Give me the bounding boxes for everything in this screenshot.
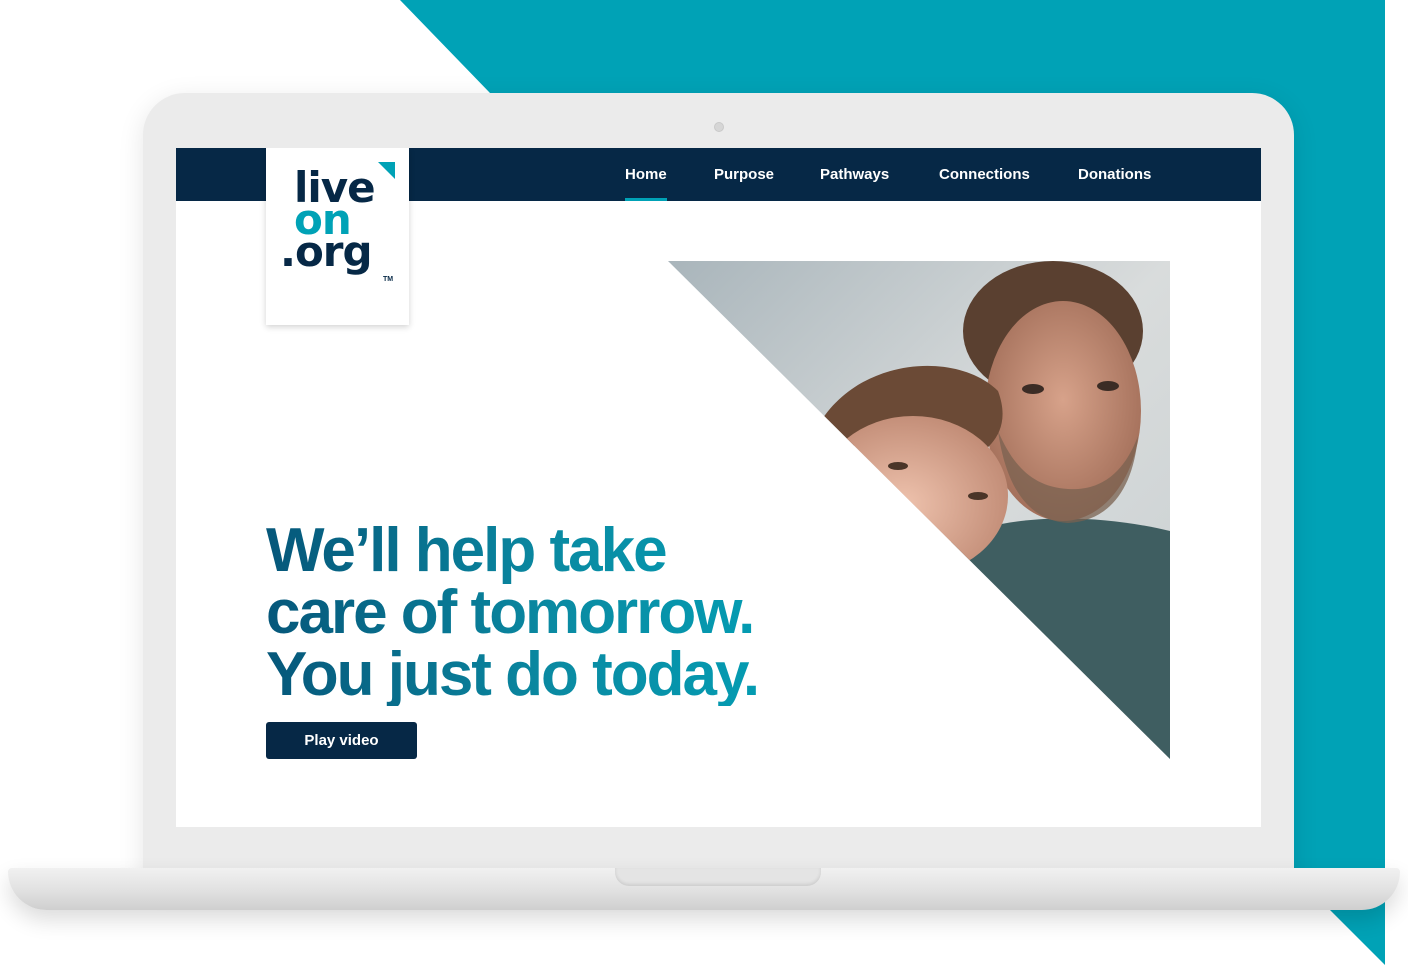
logo-corner-accent-icon xyxy=(378,162,395,179)
headline-line-3: You just do today. xyxy=(266,639,759,709)
nav-item-purpose[interactable]: Purpose xyxy=(714,148,774,201)
webcam-icon xyxy=(714,122,724,132)
website-screen: Home Purpose Pathways Connections Donati… xyxy=(176,148,1261,827)
play-video-button[interactable]: Play video xyxy=(266,722,417,759)
logo-line-org: .org xyxy=(280,227,373,276)
logo-wordmark: live on .org xyxy=(280,167,376,276)
laptop-hinge-notch xyxy=(615,868,821,886)
nav-item-connections[interactable]: Connections xyxy=(939,148,1030,201)
headline-line-2: care of tomorrow. xyxy=(266,577,754,647)
nav-item-donations[interactable]: Donations xyxy=(1078,148,1151,201)
trademark-mark: TM xyxy=(383,276,394,283)
hero-headline: We’ll help take care of tomorrow. You ju… xyxy=(266,520,906,706)
nav-item-pathways[interactable]: Pathways xyxy=(820,148,889,201)
headline-line-1: We’ll help take xyxy=(266,515,666,585)
site-logo[interactable]: live on .org TM xyxy=(266,148,409,325)
nav-item-home[interactable]: Home xyxy=(625,148,667,201)
